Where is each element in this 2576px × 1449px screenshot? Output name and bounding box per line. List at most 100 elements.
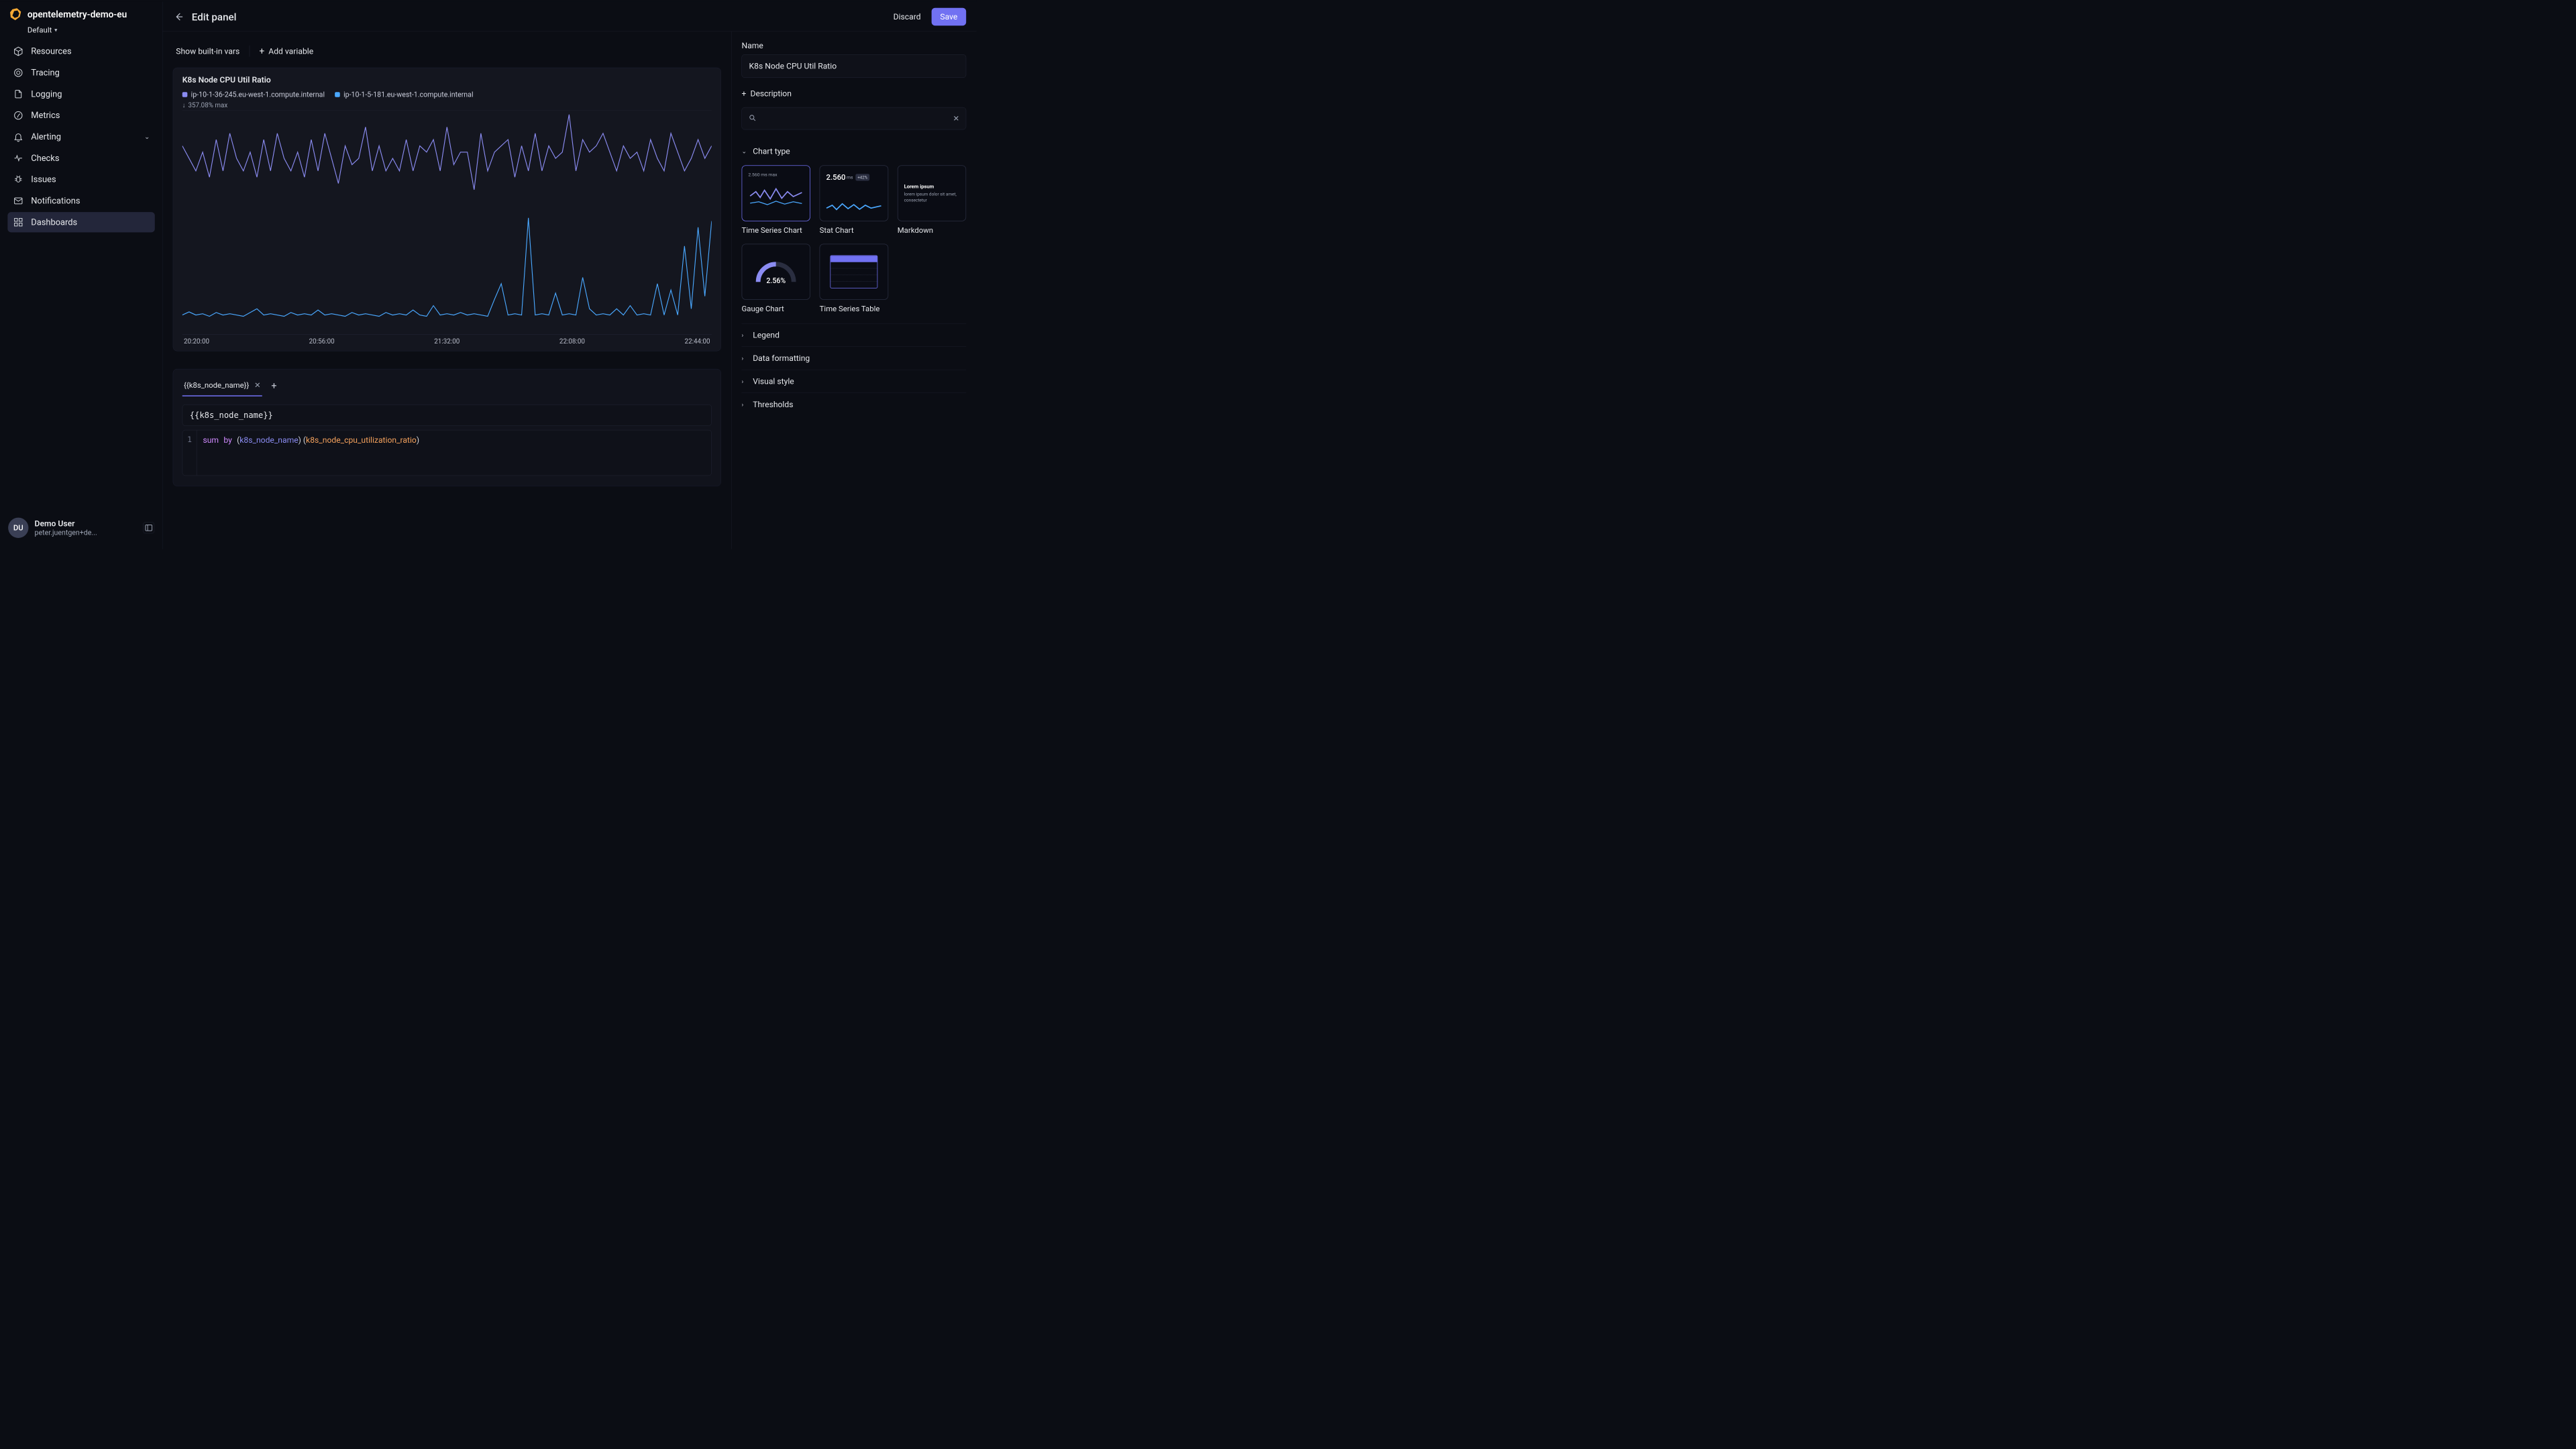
tok-by: by bbox=[223, 435, 231, 445]
sidebar-item-resources[interactable]: Resources bbox=[7, 41, 154, 61]
discard-button[interactable]: Discard bbox=[885, 8, 930, 26]
preview-panel: K8s Node CPU Util Ratio ip-10-1-36-245.e… bbox=[173, 68, 721, 352]
box-icon bbox=[13, 46, 24, 57]
arrow-down-icon: ↓ bbox=[182, 101, 186, 109]
sidebar-item-metrics[interactable]: Metrics bbox=[7, 105, 154, 125]
bug-icon bbox=[13, 174, 24, 185]
chart-type-label: Gauge Chart bbox=[742, 305, 810, 313]
x-tick: 21:32:00 bbox=[434, 337, 460, 345]
mail-icon bbox=[13, 195, 24, 207]
chevron-down-icon: ▾ bbox=[54, 27, 57, 33]
chevron-right-icon: › bbox=[742, 401, 749, 409]
sidebar-item-logging[interactable]: Logging bbox=[7, 84, 154, 104]
panel-name-input[interactable] bbox=[742, 54, 967, 78]
avatar[interactable]: DU bbox=[8, 518, 28, 538]
plus-icon: + bbox=[259, 46, 264, 56]
section-chart-type[interactable]: ⌄ Chart type bbox=[742, 140, 967, 162]
query-name-input[interactable]: {{k8s_node_name}} bbox=[182, 405, 712, 426]
workspace-logo-icon bbox=[7, 7, 23, 22]
chart-type-time-series[interactable]: 2.560 ms max Time Series Chart bbox=[742, 165, 810, 234]
search-input[interactable] bbox=[762, 113, 947, 123]
chevron-down-icon: ⌄ bbox=[742, 148, 749, 155]
legend-color-icon bbox=[182, 92, 188, 97]
chevron-down-icon: ⌄ bbox=[144, 133, 150, 140]
legend-item-1[interactable]: ip-10-1-5-181.eu-west-1.compute.internal bbox=[335, 91, 473, 99]
sidebar-item-tracing[interactable]: Tracing bbox=[7, 62, 154, 83]
query-tab-0[interactable]: {{k8s_node_name}} ✕ bbox=[182, 375, 262, 396]
sidebar-nav: Resources Tracing Logging Metrics Alerti… bbox=[5, 41, 158, 232]
panel-title: K8s Node CPU Util Ratio bbox=[182, 75, 712, 85]
legend-color-icon bbox=[335, 92, 340, 97]
sidebar-item-label: Notifications bbox=[31, 196, 80, 206]
tok-group: k8s_node_name bbox=[239, 435, 298, 445]
legend-label: ip-10-1-36-245.eu-west-1.compute.interna… bbox=[191, 91, 325, 99]
section-legend[interactable]: › Legend bbox=[742, 323, 967, 346]
x-tick: 20:56:00 bbox=[309, 337, 335, 345]
x-tick: 22:44:00 bbox=[685, 337, 710, 345]
query-code-editor[interactable]: 1 sum by (k8s_node_name) (k8s_node_cpu_u… bbox=[182, 430, 712, 476]
legend-item-0[interactable]: ip-10-1-36-245.eu-west-1.compute.interna… bbox=[182, 91, 325, 99]
chart-type-gauge[interactable]: 2.56% Gauge Chart bbox=[742, 244, 810, 313]
show-built-in-vars-button[interactable]: Show built-in vars bbox=[173, 42, 243, 60]
page-header: Edit panel Discard Save bbox=[163, 2, 977, 32]
close-icon[interactable]: ✕ bbox=[254, 381, 261, 390]
save-button[interactable]: Save bbox=[931, 8, 966, 26]
editor-center: Show built-in vars + Add variable K8s No… bbox=[163, 32, 731, 549]
back-button[interactable] bbox=[172, 10, 185, 23]
chart-type-thumb: 2.56% bbox=[742, 244, 810, 299]
sidebar-item-label: Dashboards bbox=[31, 217, 77, 227]
sidebar-item-label: Resources bbox=[31, 46, 71, 56]
sidebar-item-dashboards[interactable]: Dashboards bbox=[7, 212, 154, 232]
section-data-formatting[interactable]: › Data formatting bbox=[742, 347, 967, 370]
sidebar-item-label: Checks bbox=[31, 153, 59, 163]
user-name: Demo User bbox=[35, 519, 97, 529]
chevron-right-icon: › bbox=[742, 355, 749, 362]
sidebar-item-label: Logging bbox=[31, 89, 62, 99]
sidebar-item-notifications[interactable]: Notifications bbox=[7, 191, 154, 211]
collapse-sidebar-icon[interactable] bbox=[143, 522, 154, 533]
workspace-env-selector[interactable]: Default ▾ bbox=[5, 25, 158, 41]
chart-type-thumb: 2.560 ms max bbox=[742, 165, 810, 221]
x-axis-ticks: 20:20:00 20:56:00 21:32:00 22:08:00 22:4… bbox=[182, 334, 712, 345]
chart-type-label: Time Series Chart bbox=[742, 226, 810, 235]
section-thresholds[interactable]: › Thresholds bbox=[742, 393, 967, 416]
query-editor-card: {{k8s_node_name}} ✕ + {{k8s_node_name}} … bbox=[173, 369, 721, 486]
chart-type-markdown[interactable]: Lorem ipsumlorem ipsum dolor sit amet, c… bbox=[898, 165, 966, 234]
sidebar-item-alerting[interactable]: Alerting ⌄ bbox=[7, 127, 154, 147]
add-query-tab-button[interactable]: + bbox=[268, 378, 280, 394]
query-tabs: {{k8s_node_name}} ✕ + bbox=[173, 369, 720, 396]
heartbeat-icon bbox=[13, 152, 24, 164]
clear-search-icon[interactable]: ✕ bbox=[953, 114, 959, 123]
chart-canvas[interactable] bbox=[182, 110, 712, 334]
tracing-icon bbox=[13, 67, 24, 78]
add-description-button[interactable]: + Description bbox=[742, 87, 967, 107]
chevron-right-icon: › bbox=[742, 331, 749, 339]
add-variable-button[interactable]: + Add variable bbox=[256, 42, 317, 60]
chart-type-time-series-table[interactable]: Time Series Table bbox=[820, 244, 888, 313]
settings-search[interactable]: ✕ bbox=[742, 107, 967, 129]
chart-type-thumb: 2.560 ms +42% bbox=[820, 165, 888, 221]
sidebar-item-issues[interactable]: Issues bbox=[7, 169, 154, 189]
chart-max-label: ↓ 357.08% max bbox=[182, 101, 712, 109]
sidebar-item-label: Alerting bbox=[31, 131, 61, 142]
section-visual-style[interactable]: › Visual style bbox=[742, 370, 967, 392]
page-title: Edit panel bbox=[192, 11, 237, 23]
section-label: Legend bbox=[753, 330, 780, 339]
chart-type-label: Markdown bbox=[898, 226, 966, 235]
chart-legend: ip-10-1-36-245.eu-west-1.compute.interna… bbox=[182, 91, 712, 99]
workspace-header[interactable]: opentelemetry-demo-eu bbox=[5, 7, 158, 25]
center-toolbar: Show built-in vars + Add variable bbox=[173, 42, 721, 60]
search-icon bbox=[749, 114, 757, 123]
sidebar-item-label: Tracing bbox=[31, 68, 60, 78]
code-gutter: 1 bbox=[182, 430, 197, 475]
chart-type-label: Stat Chart bbox=[820, 226, 888, 235]
chart-type-stat[interactable]: 2.560 ms +42% Stat Chart bbox=[820, 165, 888, 234]
x-tick: 22:08:00 bbox=[559, 337, 585, 345]
chart-type-label: Time Series Table bbox=[820, 305, 888, 313]
legend-label: ip-10-1-5-181.eu-west-1.compute.internal bbox=[343, 91, 473, 99]
workspace-env-label: Default bbox=[28, 25, 52, 34]
sidebar-item-checks[interactable]: Checks bbox=[7, 148, 154, 168]
section-label: Thresholds bbox=[753, 400, 793, 409]
grid-icon bbox=[13, 217, 24, 228]
section-label: Data formatting bbox=[753, 354, 810, 363]
